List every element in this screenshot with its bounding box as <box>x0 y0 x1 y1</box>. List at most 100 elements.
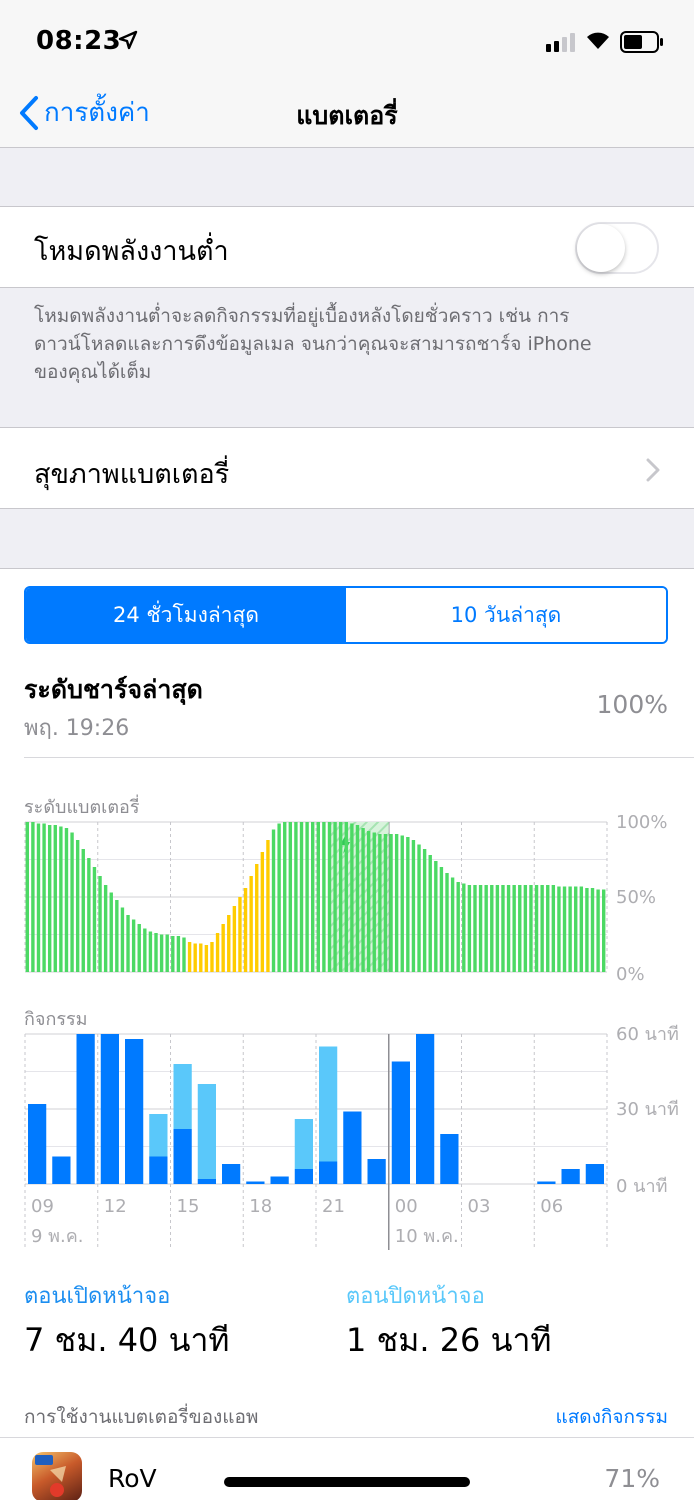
battery-bar <box>439 867 444 972</box>
battery-y-tick: 100% <box>616 814 667 833</box>
time-range-segmented-control: 24 ชั่วโมงล่าสุด 10 วันล่าสุด <box>24 586 668 644</box>
battery-bar <box>171 936 175 972</box>
battery-bar <box>103 885 108 972</box>
activity-x-tick: 06 <box>540 1196 563 1217</box>
battery-bar <box>25 822 29 972</box>
battery-bar <box>562 886 567 972</box>
battery-bar <box>585 888 589 972</box>
activity-bar-screen-on <box>343 1111 362 1184</box>
battery-bar <box>478 885 483 972</box>
activity-bar-screen-on <box>319 1161 338 1184</box>
battery-bar <box>59 826 63 972</box>
activity-bar-screen-on <box>585 1164 604 1184</box>
battery-bar <box>154 933 158 972</box>
signal-icon <box>546 33 575 52</box>
battery-bar <box>137 924 141 972</box>
battery-bar <box>81 849 85 972</box>
activity-y-tick: 0 นาที <box>616 1176 667 1197</box>
battery-bar <box>70 832 74 972</box>
activity-bar-screen-on <box>125 1039 144 1184</box>
activity-bar-screen-on <box>561 1169 580 1184</box>
battery-bar <box>551 885 556 972</box>
battery-bar <box>176 936 181 972</box>
screen-off-label: ตอนปิดหน้าจอ <box>346 1284 485 1309</box>
battery-bar <box>344 822 348 972</box>
show-activity-button[interactable]: แสดงกิจกรรม <box>480 1402 668 1432</box>
activity-bar-screen-on <box>294 1169 313 1184</box>
battery-bar <box>501 885 505 972</box>
battery-bar <box>456 882 460 972</box>
activity-bar-screen-on <box>173 1129 192 1184</box>
app-battery-percent: 71% <box>604 1464 660 1493</box>
screen-on-value: 7 ชม. 40 นาที <box>24 1321 230 1359</box>
battery-bar <box>271 829 276 972</box>
battery-bar <box>506 885 511 972</box>
battery-health-cell[interactable]: สุขภาพแบตเตอรี่ <box>0 427 694 509</box>
activity-bar-screen-on <box>149 1156 168 1184</box>
last-charge-title: ระดับชาร์จล่าสุด <box>24 675 203 704</box>
divider <box>24 757 694 758</box>
app-name: RoV <box>108 1464 157 1493</box>
segment-24-hours[interactable]: 24 ชั่วโมงล่าสุด <box>26 588 346 642</box>
battery-bar <box>579 886 584 972</box>
battery-bar <box>182 937 186 972</box>
battery-bar <box>311 822 315 972</box>
battery-bar <box>417 844 421 972</box>
segment-10-days[interactable]: 10 วันล่าสุด <box>346 588 666 642</box>
back-button[interactable]: การตั้งค่า <box>18 92 150 133</box>
battery-bar <box>383 834 388 972</box>
battery-bar <box>305 822 309 972</box>
battery-bar <box>120 907 125 972</box>
battery-bar <box>333 822 337 972</box>
battery-bar <box>148 931 153 972</box>
battery-bar <box>316 822 320 972</box>
battery-bar <box>249 876 253 972</box>
battery-bar <box>299 822 304 972</box>
battery-bar <box>450 877 455 972</box>
back-button-label: การตั้งค่า <box>44 98 150 128</box>
battery-bar <box>394 834 399 972</box>
low-power-mode-cell: โหมดพลังงานต่ำ <box>0 206 694 288</box>
battery-bar <box>568 886 572 972</box>
battery-bar <box>87 858 91 972</box>
battery-y-tick: 50% <box>616 887 656 908</box>
battery-bar <box>199 943 203 972</box>
battery-bar <box>215 933 220 972</box>
battery-bar <box>143 928 147 972</box>
activity-bar-screen-off <box>319 1046 338 1162</box>
battery-bar <box>434 861 438 972</box>
battery-bar <box>327 822 332 972</box>
battery-bar <box>372 832 376 972</box>
low-power-mode-toggle[interactable] <box>575 222 659 274</box>
battery-bar <box>227 915 231 972</box>
battery-bar <box>422 849 427 972</box>
battery-bar <box>75 840 80 972</box>
chevron-right-icon <box>646 458 660 482</box>
activity-x-tick: 12 <box>104 1196 127 1217</box>
battery-bar <box>294 822 298 972</box>
app-usage-row[interactable]: RoV 71% <box>0 1438 694 1500</box>
battery-bar <box>484 885 488 972</box>
battery-health-label: สุขภาพแบตเตอรี่ <box>34 459 230 490</box>
wifi-icon <box>587 32 609 49</box>
battery-bar <box>255 864 259 972</box>
battery-bar <box>288 822 293 972</box>
battery-bar <box>126 915 130 972</box>
battery-bar <box>406 837 410 972</box>
activity-bar-screen-off <box>149 1114 168 1157</box>
battery-bar <box>109 892 113 972</box>
battery-bar <box>36 823 41 972</box>
battery-bar <box>159 934 164 972</box>
battery-bar <box>490 885 494 972</box>
home-indicator[interactable] <box>224 1477 470 1487</box>
activity-x-tick: 21 <box>322 1196 345 1217</box>
activity-x-tick: 18 <box>249 1196 272 1217</box>
battery-bar <box>232 906 237 972</box>
activity-x-tick: 03 <box>468 1196 491 1217</box>
battery-bar <box>473 885 477 972</box>
battery-bar <box>277 823 281 972</box>
battery-bar <box>512 885 516 972</box>
activity-bar-screen-on <box>197 1179 216 1184</box>
battery-bar <box>546 885 550 972</box>
last-charge-value: 100% <box>596 690 668 719</box>
